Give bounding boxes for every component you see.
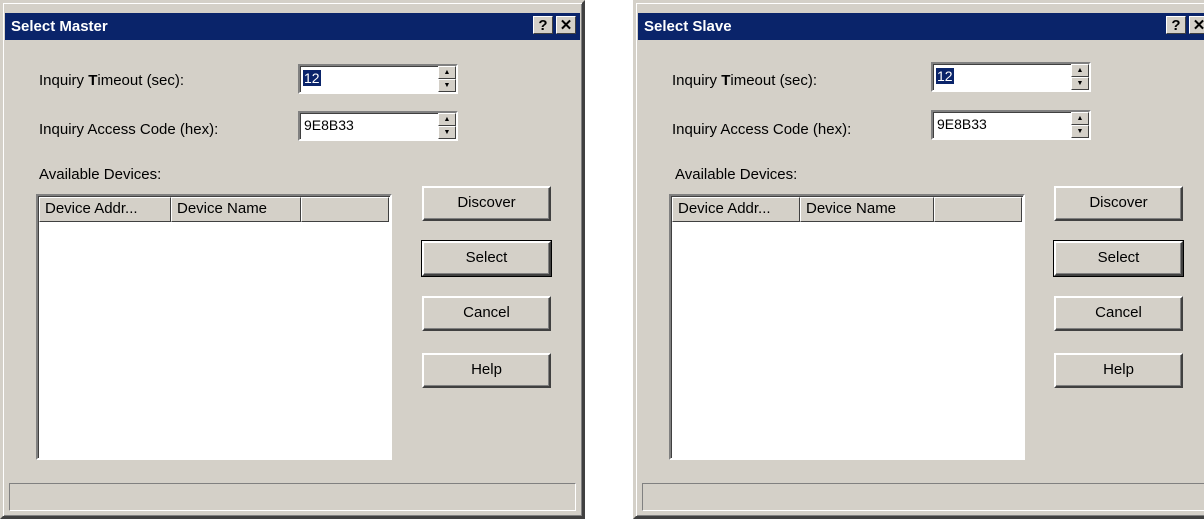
inquiry-timeout-value[interactable]: 12 bbox=[936, 68, 954, 84]
column-device-address[interactable]: Device Addr... bbox=[672, 197, 800, 222]
inquiry-timeout-label: Inquiry Timeout (sec): bbox=[39, 72, 185, 89]
select-master-dialog: Select Master ? ✕ Inquiry Timeout (sec):… bbox=[0, 0, 585, 519]
inquiry-timeout-value[interactable]: 12 bbox=[303, 70, 321, 86]
access-code-spinner[interactable]: 9E8B33 ▲ ▼ bbox=[298, 111, 458, 141]
cancel-button[interactable]: Cancel bbox=[1054, 296, 1183, 331]
discover-button[interactable]: Discover bbox=[422, 186, 551, 221]
column-device-name[interactable]: Device Name bbox=[800, 197, 934, 222]
devices-list[interactable]: Device Addr... Device Name bbox=[36, 194, 392, 460]
title-bar[interactable]: Select Slave ? ✕ bbox=[638, 13, 1204, 40]
access-code-label: Inquiry Access Code (hex): bbox=[672, 121, 852, 138]
access-code-value[interactable]: 9E8B33 bbox=[936, 116, 988, 132]
spin-up-icon[interactable]: ▲ bbox=[438, 66, 456, 79]
available-devices-label: Available Devices: bbox=[675, 166, 798, 183]
spin-down-icon[interactable]: ▼ bbox=[438, 126, 456, 139]
title-bar[interactable]: Select Master ? ✕ bbox=[5, 13, 580, 40]
available-devices-label: Available Devices: bbox=[39, 166, 162, 183]
access-code-value[interactable]: 9E8B33 bbox=[303, 117, 355, 133]
help-icon[interactable]: ? bbox=[1166, 16, 1186, 34]
spin-up-icon[interactable]: ▲ bbox=[1071, 112, 1089, 125]
column-empty[interactable] bbox=[301, 197, 389, 222]
inquiry-timeout-spinner[interactable]: 12 ▲ ▼ bbox=[931, 62, 1091, 92]
spin-up-icon[interactable]: ▲ bbox=[1071, 64, 1089, 77]
list-header: Device Addr... Device Name bbox=[39, 197, 389, 222]
select-button[interactable]: Select bbox=[421, 240, 552, 277]
select-button[interactable]: Select bbox=[1053, 240, 1184, 277]
dialog-title: Select Slave bbox=[644, 18, 732, 35]
select-slave-dialog: Select Slave ? ✕ Inquiry Timeout (sec): … bbox=[633, 0, 1204, 519]
cancel-button[interactable]: Cancel bbox=[422, 296, 551, 331]
help-icon[interactable]: ? bbox=[533, 16, 553, 34]
dialog-title: Select Master bbox=[11, 18, 108, 35]
spin-down-icon[interactable]: ▼ bbox=[438, 79, 456, 92]
list-header: Device Addr... Device Name bbox=[672, 197, 1022, 222]
status-bar bbox=[642, 483, 1204, 511]
status-bar bbox=[9, 483, 576, 511]
column-device-name[interactable]: Device Name bbox=[171, 197, 301, 222]
discover-button[interactable]: Discover bbox=[1054, 186, 1183, 221]
spin-up-icon[interactable]: ▲ bbox=[438, 113, 456, 126]
close-icon[interactable]: ✕ bbox=[1189, 16, 1204, 34]
spin-down-icon[interactable]: ▼ bbox=[1071, 125, 1089, 138]
help-button[interactable]: Help bbox=[422, 353, 551, 388]
inquiry-timeout-label: Inquiry Timeout (sec): bbox=[672, 72, 818, 89]
spin-down-icon[interactable]: ▼ bbox=[1071, 77, 1089, 90]
inquiry-timeout-spinner[interactable]: 12 ▲ ▼ bbox=[298, 64, 458, 94]
devices-list[interactable]: Device Addr... Device Name bbox=[669, 194, 1025, 460]
access-code-spinner[interactable]: 9E8B33 ▲ ▼ bbox=[931, 110, 1091, 140]
access-code-label: Inquiry Access Code (hex): bbox=[39, 121, 219, 138]
column-device-address[interactable]: Device Addr... bbox=[39, 197, 171, 222]
column-empty[interactable] bbox=[934, 197, 1022, 222]
close-icon[interactable]: ✕ bbox=[556, 16, 576, 34]
help-button[interactable]: Help bbox=[1054, 353, 1183, 388]
